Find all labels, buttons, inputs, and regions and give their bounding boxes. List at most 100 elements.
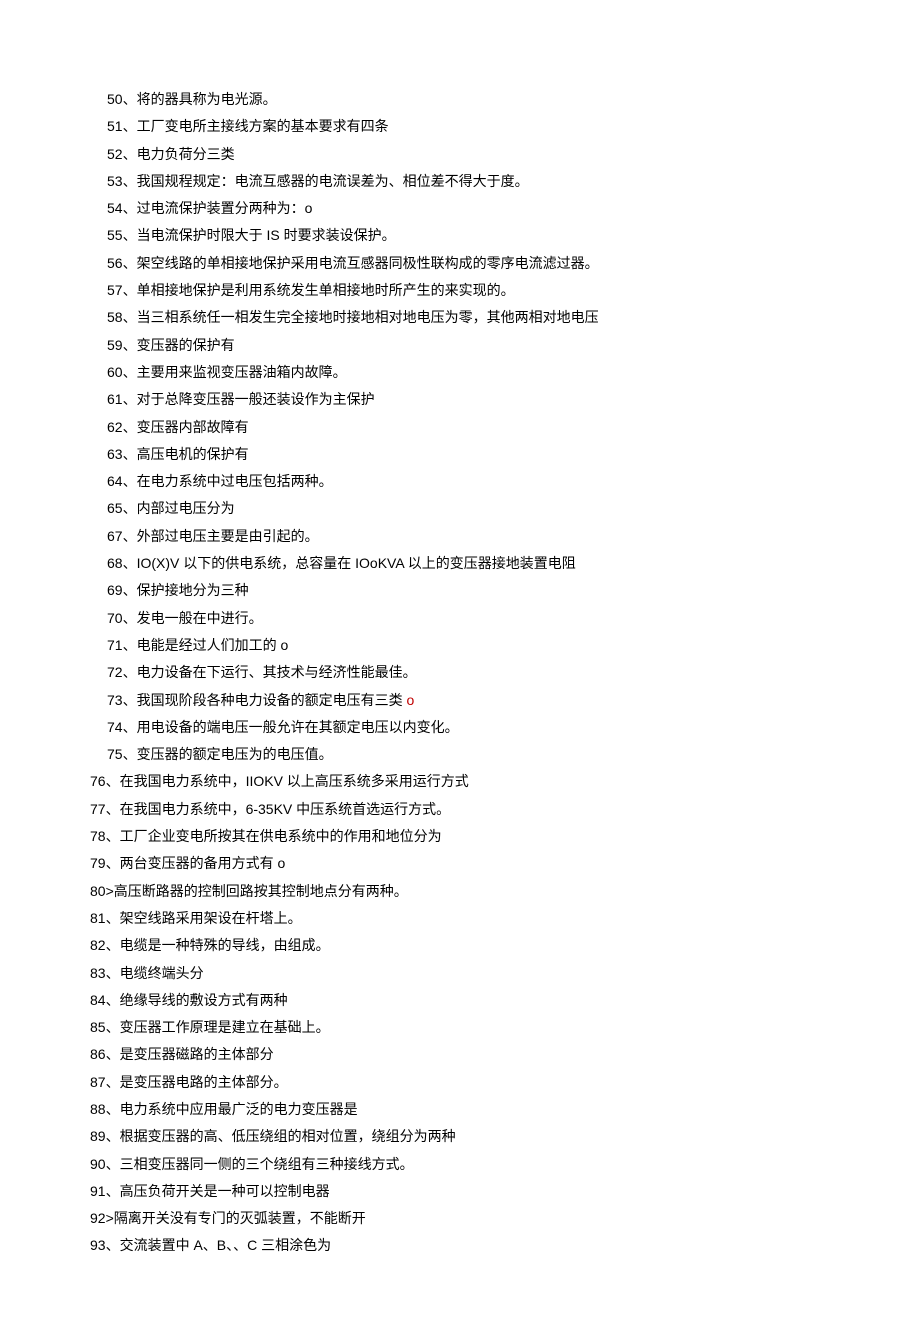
item-separator: 、 <box>106 910 120 926</box>
item-number: 58 <box>107 309 123 325</box>
item-text: 当三相系统任一相发生完全接地时接地相对地电压为零，其他两相对地电压 <box>137 309 599 325</box>
item-text: 电力设备在下运行、其技术与经济性能最佳。 <box>137 664 417 680</box>
list-item: 64、在电力系统中过电压包括两种。 <box>0 468 920 495</box>
list-item: 61、对于总降变压器一般还装设作为主保护 <box>0 386 920 413</box>
item-separator: 、 <box>123 419 137 435</box>
item-text: 工厂变电所主接线方案的基本要求有四条 <box>137 118 389 134</box>
item-text: 变压器的额定电压为的电压值。 <box>137 746 333 762</box>
item-number: 86 <box>90 1046 106 1062</box>
item-separator: 、 <box>123 309 137 325</box>
item-number: 67 <box>107 528 123 544</box>
item-text: 电能是经过人们加工的 o <box>137 637 289 653</box>
item-separator: 、 <box>123 528 137 544</box>
list-item: 92>隔离开关没有专门的灭弧装置，不能断开 <box>0 1205 920 1232</box>
list-item: 84、绝缘导线的敷设方式有两种 <box>0 987 920 1014</box>
list-item: 73、我国现阶段各种电力设备的额定电压有三类 o <box>0 687 920 714</box>
list-item: 67、外部过电压主要是由引起的。 <box>0 523 920 550</box>
list-item: 72、电力设备在下运行、其技术与经济性能最佳。 <box>0 659 920 686</box>
item-separator: 、 <box>106 1156 120 1172</box>
item-text: 三相变压器同一侧的三个绕组有三种接线方式。 <box>120 1156 414 1172</box>
document-page: 50、将的器具称为电光源。51、工厂变电所主接线方案的基本要求有四条52、电力负… <box>0 0 920 1340</box>
list-item: 75、变压器的额定电压为的电压值。 <box>0 741 920 768</box>
item-text: 变压器内部故障有 <box>137 419 249 435</box>
list-item: 86、是变压器磁路的主体部分 <box>0 1041 920 1068</box>
item-text: 架空线路采用架设在杆塔上。 <box>120 910 302 926</box>
item-separator: 、 <box>106 1046 120 1062</box>
item-separator: 、 <box>123 473 137 489</box>
list-item: 83、电缆终端头分 <box>0 960 920 987</box>
item-separator: 、 <box>123 337 137 353</box>
list-item: 56、架空线路的单相接地保护采用电流互感器同极性联构成的零序电流滤过器。 <box>0 250 920 277</box>
list-item: 55、当电流保护时限大于 IS 时要求装设保护。 <box>0 222 920 249</box>
item-separator: 、 <box>123 91 137 107</box>
item-number: 59 <box>107 337 123 353</box>
item-number: 50 <box>107 91 123 107</box>
list-item: 77、在我国电力系统中，6-35KV 中压系统首选运行方式。 <box>0 796 920 823</box>
item-number: 84 <box>90 992 106 1008</box>
item-number: 71 <box>107 637 123 653</box>
item-number: 93 <box>90 1237 106 1253</box>
list-item: 53、我国规程规定：电流互感器的电流误差为、相位差不得大于度。 <box>0 168 920 195</box>
item-text: 在我国电力系统中，IIOKV 以上高压系统多采用运行方式 <box>120 773 469 789</box>
item-number: 60 <box>107 364 123 380</box>
list-item: 70、发电一般在中进行。 <box>0 605 920 632</box>
list-item: 93、交流装置中 A、B、、C 三相涂色为 <box>0 1232 920 1259</box>
list-item: 54、过电流保护装置分两种为：o <box>0 195 920 222</box>
item-text: 隔离开关没有专门的灭弧装置，不能断开 <box>114 1210 366 1226</box>
item-text: 对于总降变压器一般还装设作为主保护 <box>137 391 375 407</box>
item-separator: 、 <box>123 500 137 516</box>
item-separator: 、 <box>123 446 137 462</box>
item-text: 电缆终端头分 <box>120 965 204 981</box>
list-item: 51、工厂变电所主接线方案的基本要求有四条 <box>0 113 920 140</box>
item-separator: 、 <box>123 173 137 189</box>
item-text: 我国规程规定：电流互感器的电流误差为、相位差不得大于度。 <box>137 173 529 189</box>
item-text: 单相接地保护是利用系统发生单相接地时所产生的来实现的。 <box>137 282 515 298</box>
item-number: 89 <box>90 1128 106 1144</box>
item-number: 80 <box>90 883 106 899</box>
item-number: 74 <box>107 719 123 735</box>
item-text: 高压断路器的控制回路按其控制地点分有两种。 <box>114 883 408 899</box>
item-text: 主要用来监视变压器油箱内故障。 <box>137 364 347 380</box>
item-text: 我国现阶段各种电力设备的额定电压有三类 <box>137 692 403 708</box>
item-separator: 、 <box>106 937 120 953</box>
item-text: 在电力系统中过电压包括两种。 <box>137 473 333 489</box>
item-separator: 、 <box>106 1074 120 1090</box>
item-separator: 、 <box>106 965 120 981</box>
item-number: 88 <box>90 1101 106 1117</box>
item-number: 53 <box>107 173 123 189</box>
item-number: 51 <box>107 118 123 134</box>
item-trail: o <box>403 692 415 708</box>
item-separator: 、 <box>106 1101 120 1117</box>
item-text: 发电一般在中进行。 <box>137 610 263 626</box>
item-text: 电缆是一种特殊的导线，由组成。 <box>120 937 330 953</box>
item-separator: 、 <box>123 391 137 407</box>
list-item: 91、高压负荷开关是一种可以控制电器 <box>0 1178 920 1205</box>
item-separator: 、 <box>123 692 137 708</box>
item-text: 外部过电压主要是由引起的。 <box>137 528 319 544</box>
item-number: 76 <box>90 773 106 789</box>
list-item: 65、内部过电压分为 <box>0 495 920 522</box>
item-separator: 、 <box>123 555 137 571</box>
item-text: 变压器工作原理是建立在基础上。 <box>120 1019 330 1035</box>
item-number: 68 <box>107 555 123 571</box>
list-item: 82、电缆是一种特殊的导线，由组成。 <box>0 932 920 959</box>
item-text: IO(X)V 以下的供电系统，总容量在 IOoKVA 以上的变压器接地装置电阻 <box>137 555 576 571</box>
list-item: 58、当三相系统任一相发生完全接地时接地相对地电压为零，其他两相对地电压 <box>0 304 920 331</box>
list-item: 80>高压断路器的控制回路按其控制地点分有两种。 <box>0 878 920 905</box>
item-number: 63 <box>107 446 123 462</box>
item-number: 78 <box>90 828 106 844</box>
item-text: 交流装置中 A、B、、C 三相涂色为 <box>120 1237 332 1253</box>
list-item: 59、变压器的保护有 <box>0 332 920 359</box>
item-separator: 、 <box>106 855 120 871</box>
item-number: 73 <box>107 692 123 708</box>
item-number: 64 <box>107 473 123 489</box>
item-number: 61 <box>107 391 123 407</box>
list-item: 87、是变压器电路的主体部分。 <box>0 1069 920 1096</box>
list-item: 71、电能是经过人们加工的 o <box>0 632 920 659</box>
item-number: 55 <box>107 227 123 243</box>
item-number: 54 <box>107 200 123 216</box>
item-number: 87 <box>90 1074 106 1090</box>
list-item: 62、变压器内部故障有 <box>0 414 920 441</box>
item-separator: 、 <box>123 118 137 134</box>
list-item: 69、保护接地分为三种 <box>0 577 920 604</box>
